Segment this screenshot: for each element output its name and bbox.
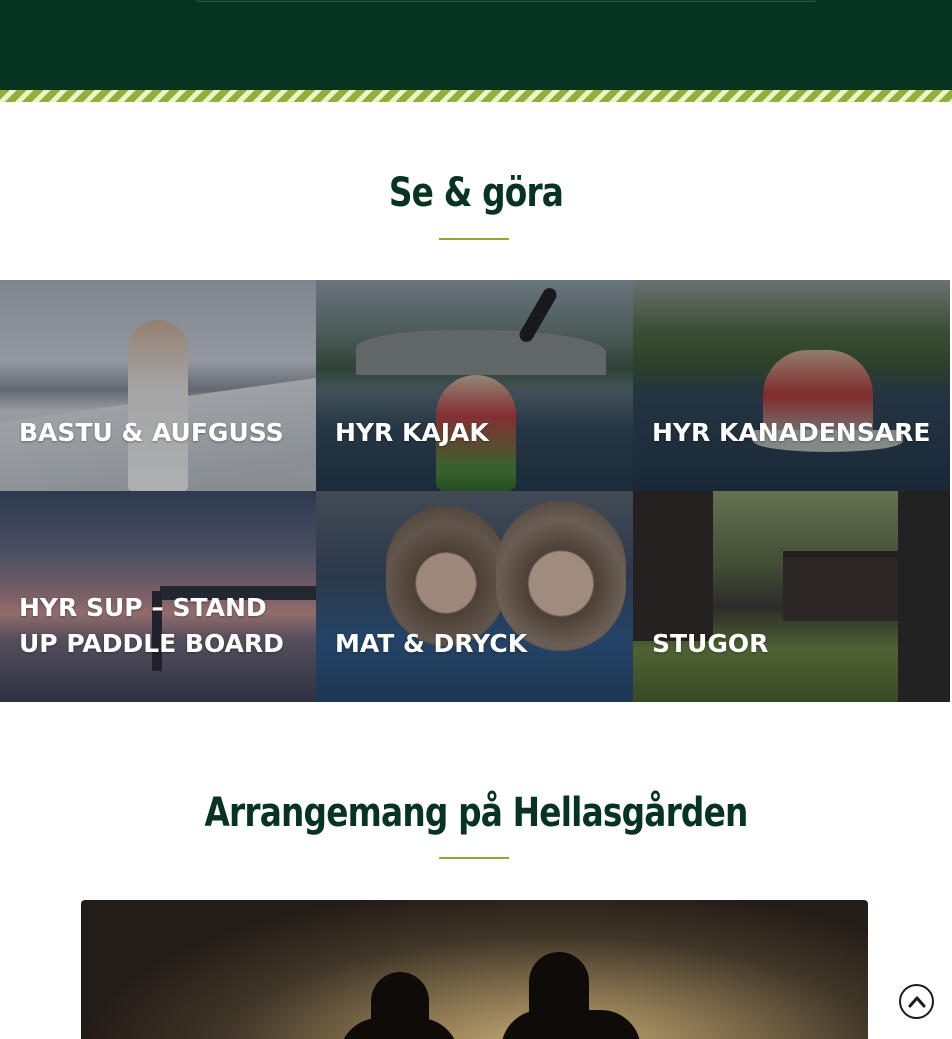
activity-tile-sup[interactable]: HYR SUP – STAND UP PADDLE BOARD	[0, 491, 317, 702]
activity-tile-kajak[interactable]: HYR KAJAK	[316, 280, 633, 491]
scroll-top-button[interactable]	[899, 984, 934, 1019]
tile-overlay	[0, 280, 317, 491]
top-band	[0, 0, 952, 90]
tile-overlay	[633, 491, 950, 702]
tile-overlay	[316, 280, 633, 491]
tile-label: MAT & DRYCK	[335, 629, 528, 658]
tile-overlay	[633, 280, 950, 491]
decorative-stripe	[0, 90, 952, 102]
section-title-events: Arrangemang på Hellasgården	[204, 790, 748, 836]
title-underline-activities	[439, 238, 509, 240]
activity-tile-stugor[interactable]: STUGOR	[633, 491, 950, 702]
section-title-activities: Se & göra	[388, 170, 564, 216]
tile-label: HYR KAJAK	[335, 418, 489, 447]
tile-label: HYR SUP – STAND UP PADDLE BOARD	[19, 593, 284, 658]
tile-label: BASTU & AUFGUSS	[19, 418, 284, 447]
title-underline-events	[439, 857, 509, 859]
search-bar-edge[interactable]	[195, 0, 817, 2]
activity-tile-mat-dryck[interactable]: MAT & DRYCK	[316, 491, 633, 702]
activity-tile-kanadensare[interactable]: HYR KANADENSARE	[633, 280, 950, 491]
chevron-up-circle-icon	[908, 996, 925, 1007]
tile-overlay	[316, 491, 633, 702]
silhouette-right-shoulders	[501, 1010, 641, 1039]
events-banner[interactable]	[81, 900, 868, 1039]
tile-label: STUGOR	[652, 629, 769, 658]
silhouette-left-shoulders	[339, 1018, 459, 1039]
tile-label: HYR KANADENSARE	[652, 418, 931, 447]
activity-tile-bastu[interactable]: BASTU & AUFGUSS	[0, 280, 317, 491]
